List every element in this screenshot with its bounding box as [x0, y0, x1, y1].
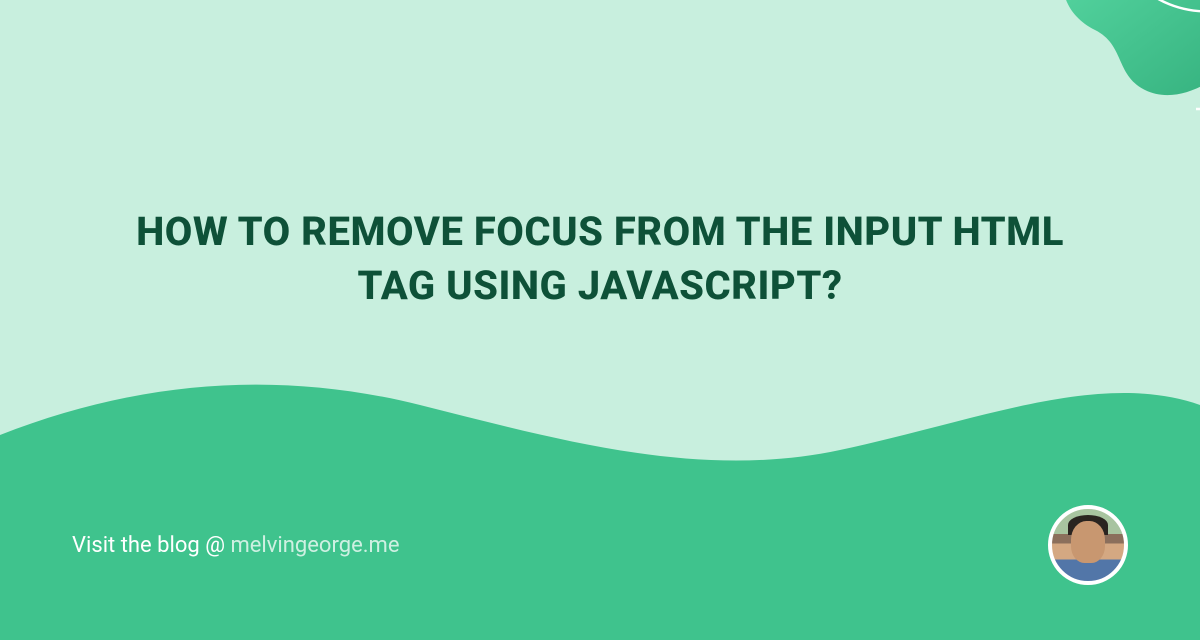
visit-url: melvingeorge.me	[230, 533, 399, 558]
footer: Visit the blog @ melvingeorge.me	[72, 505, 1128, 585]
visit-blog-text: Visit the blog @ melvingeorge.me	[72, 533, 400, 558]
wave-background	[0, 350, 1200, 640]
decorative-blob	[980, 0, 1200, 140]
visit-prefix: Visit the blog @	[72, 533, 230, 558]
page-title: HOW TO REMOVE FOCUS FROM THE INPUT HTML …	[130, 205, 1070, 313]
author-avatar	[1048, 505, 1128, 585]
